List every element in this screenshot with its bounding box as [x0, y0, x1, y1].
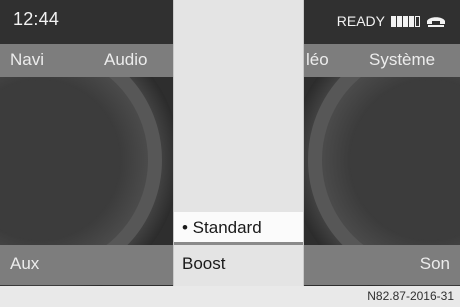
- clock: 12:44: [13, 9, 60, 29]
- status-indicators: READY: [337, 13, 446, 29]
- figure-caption: N82.87-2016-31: [367, 289, 454, 303]
- menu-item-systeme[interactable]: Système: [369, 50, 435, 70]
- menu-item-video[interactable]: léo: [306, 50, 329, 70]
- option-standard[interactable]: • Standard: [174, 212, 303, 245]
- head-unit-screen: 12:44 READY Navi Audio léo Système Aux S…: [0, 0, 460, 286]
- signal-strength-icon: [391, 15, 420, 27]
- ready-indicator: READY: [336, 13, 385, 29]
- menu-item-navi[interactable]: Navi: [10, 50, 44, 70]
- bottom-item-son[interactable]: Son: [420, 254, 450, 274]
- sound-mode-popup: • Standard Boost: [173, 0, 304, 286]
- bottom-item-aux[interactable]: Aux: [10, 254, 39, 274]
- menu-item-audio[interactable]: Audio: [104, 50, 147, 70]
- phone-handset-icon: [427, 17, 445, 27]
- option-label: Boost: [182, 254, 226, 273]
- option-label: • Standard: [182, 218, 262, 237]
- option-boost[interactable]: Boost: [174, 248, 303, 281]
- figure-caption-bar: N82.87-2016-31: [0, 286, 460, 307]
